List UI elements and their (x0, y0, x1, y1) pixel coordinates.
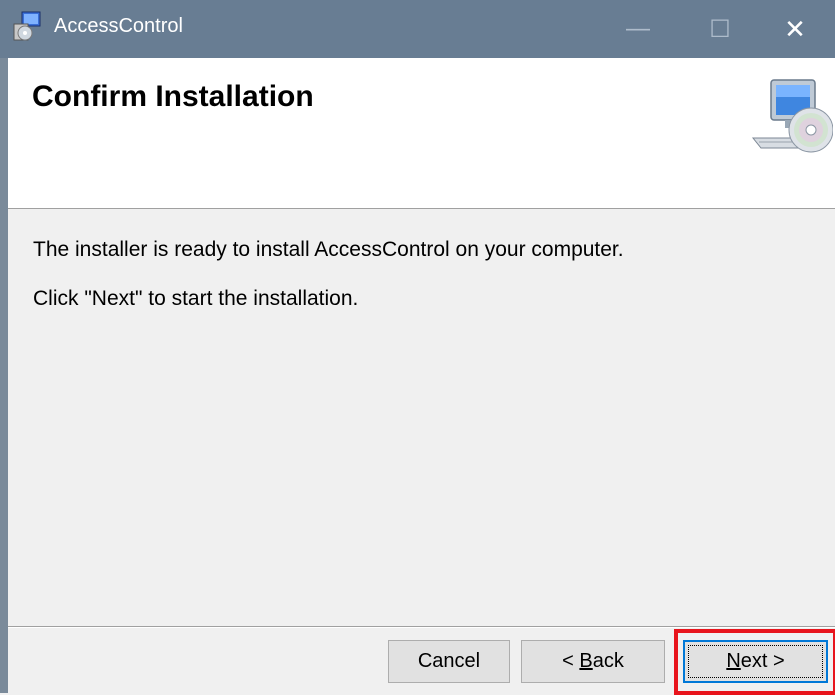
close-button[interactable]: ✕ (765, 0, 825, 58)
dialog-header: Confirm Installation (8, 58, 835, 209)
page-title: Confirm Installation (32, 80, 314, 113)
window-title: AccessControl (54, 15, 183, 37)
cancel-button[interactable]: Cancel (388, 640, 510, 683)
instruction-message: Click "Next" to start the installation. (33, 287, 359, 310)
ready-message: The installer is ready to install Access… (33, 238, 624, 261)
next-button-highlight (674, 629, 835, 695)
back-button-mnemonic: B (579, 650, 593, 672)
back-button-rest: ack (592, 650, 624, 672)
window-border (0, 58, 8, 693)
computer-cd-icon (751, 79, 833, 153)
footer-divider (8, 626, 835, 628)
maximize-button[interactable]: ☐ (690, 0, 750, 58)
minimize-button[interactable]: — (608, 0, 668, 58)
installer-app-icon (13, 11, 41, 41)
title-bar: AccessControl — ☐ ✕ (0, 0, 835, 58)
back-button-prefix: < (562, 650, 580, 672)
cancel-button-label: Cancel (417, 650, 481, 672)
back-button[interactable]: < Back (521, 640, 665, 683)
